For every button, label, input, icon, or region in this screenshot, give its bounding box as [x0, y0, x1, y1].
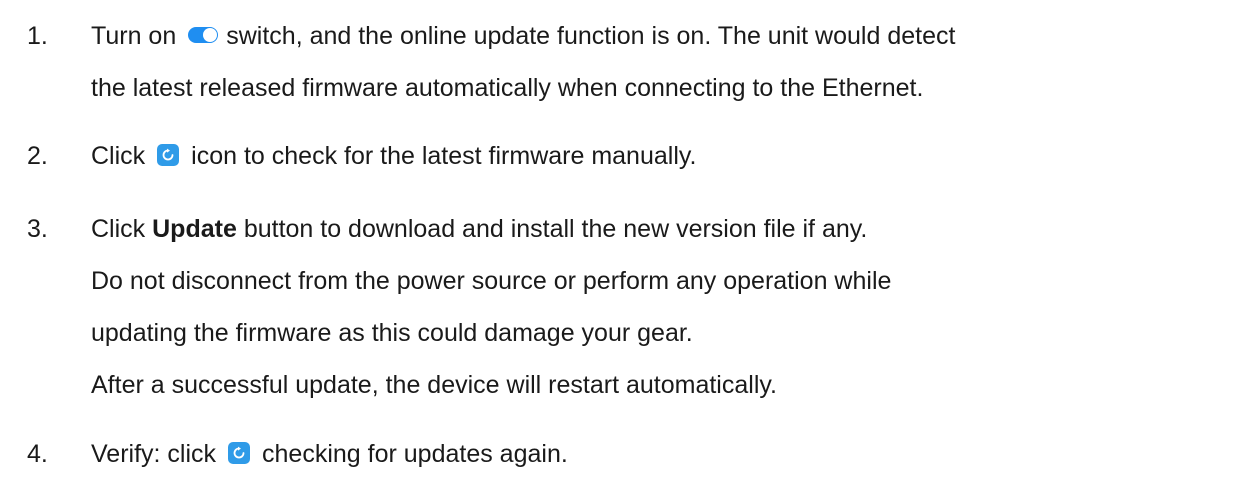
step-2-number: 2. [27, 142, 48, 170]
step-3-text-after: button to download and install the new v… [243, 215, 868, 243]
step-3-line-4: After a successful update, the device wi… [91, 371, 777, 399]
step-2-text-before: Click [91, 142, 146, 170]
step-1-line-1: Turn on switch, and the online update fun… [91, 10, 955, 62]
step-3-number: 3. [27, 215, 48, 243]
update-button-label: Update [152, 215, 237, 243]
step-4-number: 4. [27, 440, 48, 468]
step-3-line-1: Click Update button to download and inst… [91, 203, 867, 255]
step-3-line-3: updating the firmware as this could dama… [91, 319, 693, 347]
refresh-icon [157, 144, 180, 167]
step-4-text-after: checking for updates again. [262, 440, 568, 468]
step-2-text-after: icon to check for the latest firmware ma… [191, 142, 697, 170]
step-2-line-1: Click icon to check for the latest firmwa… [91, 130, 696, 182]
step-3-text-before: Click [91, 215, 146, 243]
step-1-number: 1. [27, 22, 48, 50]
toggle-switch-icon [188, 27, 219, 44]
step-1-line-2: the latest released firmware automatical… [91, 74, 924, 102]
step-1-text-before: Turn on [91, 22, 177, 50]
step-1-text-after: switch, and the online update function i… [226, 22, 956, 50]
step-4-text-before: Verify: click [91, 440, 217, 468]
step-4-line-1: Verify: click checking for updates again. [91, 428, 568, 480]
step-3-line-2: Do not disconnect from the power source … [91, 267, 892, 295]
refresh-icon [228, 442, 251, 465]
